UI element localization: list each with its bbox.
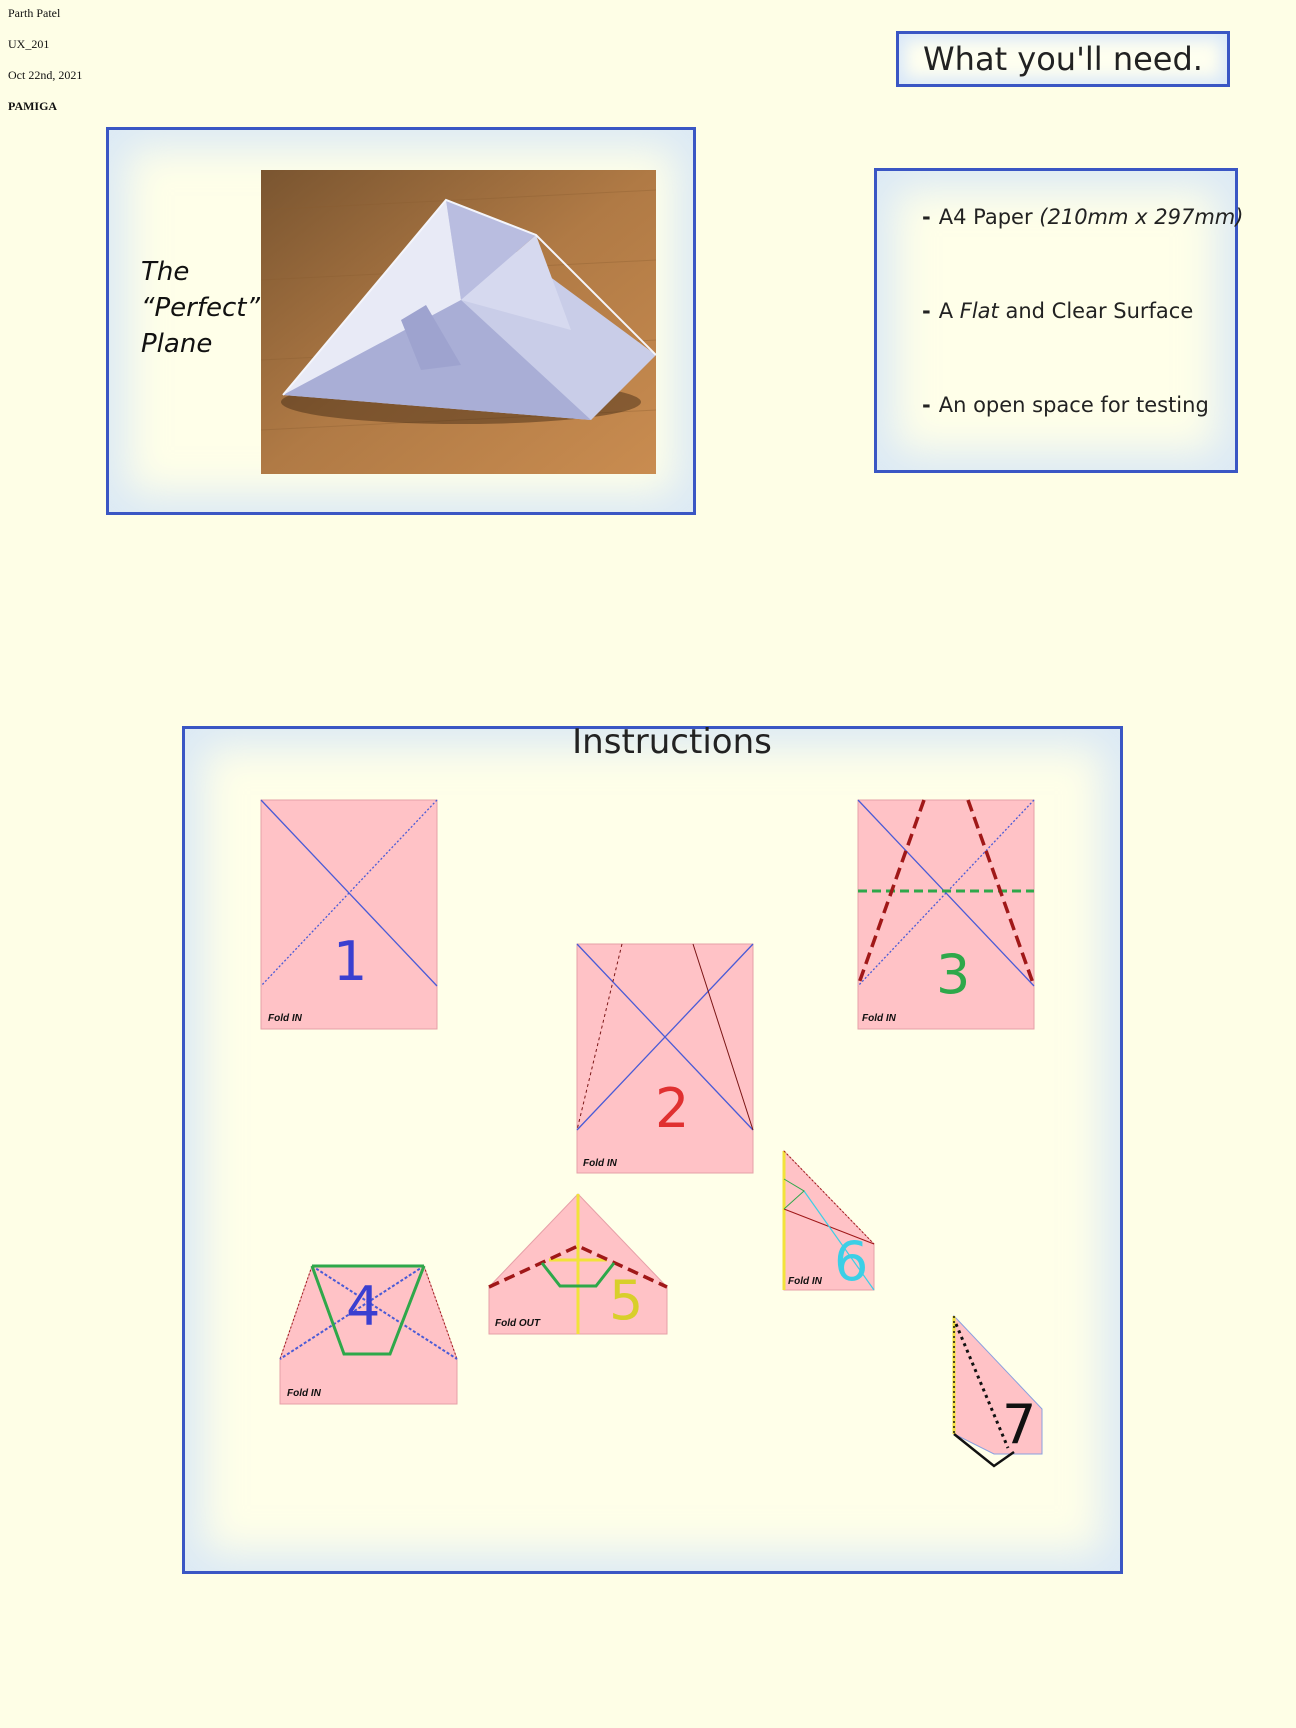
need-item-dash: -	[922, 205, 931, 229]
need-item-paper: - A4 Paper (210mm x 297mm)	[922, 205, 1243, 229]
need-item-dash: -	[922, 393, 931, 417]
step-3-fold-label: Fold IN	[862, 1013, 896, 1024]
step-5: 5 Fold OUT	[488, 1193, 668, 1335]
step-4: 4 Fold IN	[279, 1264, 458, 1405]
step-6: 6 Fold IN	[782, 1149, 875, 1293]
hero-title-line-2: “Perfect”	[141, 293, 260, 323]
step-7: 7	[952, 1314, 1043, 1471]
need-item-dash: -	[922, 299, 931, 323]
instructions-heading: Instructions	[572, 722, 772, 762]
paper-airplane-photo	[260, 170, 657, 474]
need-item-italic: (210mm x 297mm)	[1039, 205, 1244, 229]
step-1-number: 1	[333, 930, 368, 993]
need-item-italic: Flat	[959, 299, 999, 323]
step-1-fold-label: Fold IN	[268, 1013, 302, 1024]
need-item-surface: -A Flat and Clear Surface	[922, 299, 1193, 323]
author-name: Parth Patel	[8, 6, 61, 20]
step-2: 2 Fold IN	[576, 943, 754, 1174]
course-code: UX_201	[8, 37, 50, 51]
step-5-fold-label: Fold OUT	[495, 1318, 540, 1329]
step-4-number: 4	[346, 1275, 381, 1338]
group-name: PAMIGA	[8, 99, 58, 113]
step-4-fold-label: Fold IN	[287, 1388, 321, 1399]
hero-title-line-1: The	[141, 257, 190, 287]
need-item-text: A4 Paper	[938, 205, 1040, 229]
need-item-suffix: and Clear Surface	[998, 299, 1194, 323]
need-item-text: A	[938, 299, 960, 323]
step-6-number: 6	[834, 1230, 869, 1293]
step-2-fold-label: Fold IN	[583, 1158, 617, 1169]
need-item-space: - An open space for testing	[922, 393, 1209, 417]
step-3: 3 Fold IN	[856, 799, 1036, 1030]
step-6-fold-label: Fold IN	[788, 1276, 822, 1287]
hero-title-line-3: Plane	[141, 329, 213, 359]
step-1: 1 Fold IN	[260, 799, 438, 1030]
step-3-number: 3	[936, 943, 971, 1006]
date-text: Oct 22nd, 2021	[8, 68, 83, 82]
needs-heading: What you'll need.	[896, 31, 1230, 87]
need-item-text: An open space for testing	[938, 393, 1209, 417]
step-2-number: 2	[655, 1077, 690, 1140]
step-7-number: 7	[1002, 1393, 1037, 1456]
step-1-paper-diagram	[260, 799, 438, 1030]
hero-title: The “Perfect” Plane	[141, 254, 260, 362]
paper-airplane-icon	[260, 170, 657, 474]
step-5-number: 5	[609, 1269, 644, 1332]
